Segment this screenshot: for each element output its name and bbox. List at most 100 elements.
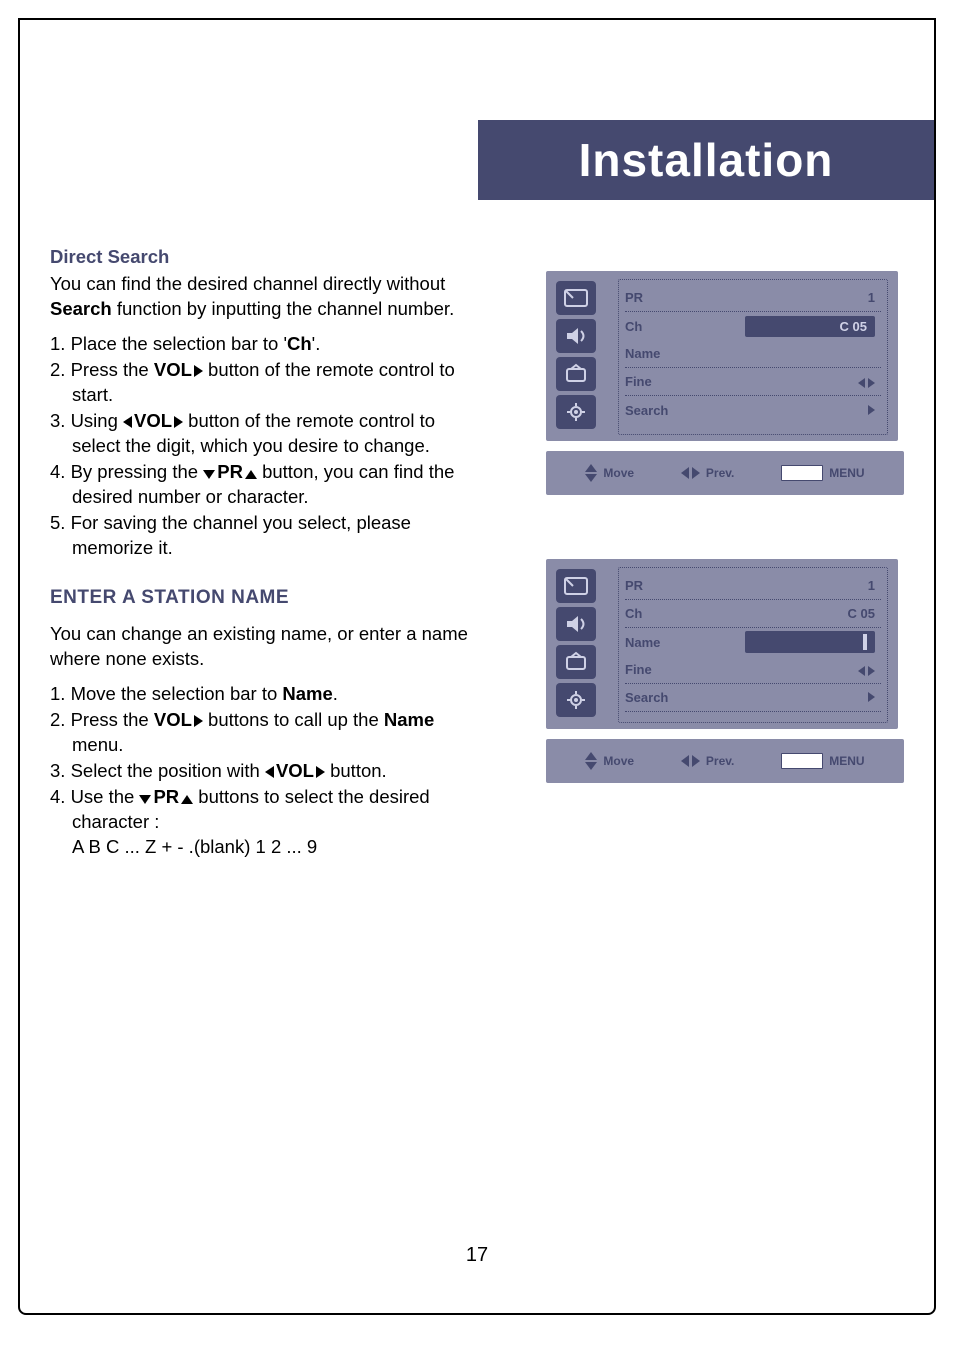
menu-button-icon	[781, 465, 823, 481]
text: buttons to call up the	[203, 709, 384, 730]
text: 4. Use the	[50, 786, 139, 807]
text: function by inputting the channel number…	[112, 298, 455, 319]
list-item: 3. Using VOL button of the remote contro…	[50, 409, 482, 459]
osd-value	[703, 403, 881, 418]
osd-label: Search	[625, 403, 703, 418]
hint-label: MENU	[829, 754, 864, 768]
osd-row-pr: PR 1	[625, 284, 881, 312]
list-item: 4. By pressing the PR button, you can fi…	[50, 460, 482, 510]
osd-value: 1	[703, 290, 881, 305]
picture-settings-icon	[556, 569, 596, 603]
osd-value	[703, 690, 881, 705]
text: 1. Move the selection bar to	[50, 683, 282, 704]
osd-highlight	[745, 631, 875, 653]
text-bold: Name	[282, 683, 332, 704]
text-bold: Search	[50, 298, 112, 319]
direct-search-steps: 1. Place the selection bar to 'Ch'. 2. P…	[50, 332, 482, 561]
triangle-right-icon	[194, 715, 203, 727]
text-bold: Ch	[287, 333, 312, 354]
left-right-arrows-icon	[858, 666, 875, 676]
text: 1. Place the selection bar to '	[50, 333, 287, 354]
text: menu.	[72, 734, 123, 755]
hint-move: Move	[585, 464, 634, 482]
left-right-arrows-icon	[858, 378, 875, 388]
hint-label: Prev.	[706, 754, 734, 768]
osd-row-fine: Fine	[625, 368, 881, 396]
list-item: 2. Press the VOL button of the remote co…	[50, 358, 482, 408]
osd-value	[703, 374, 881, 389]
sound-settings-icon	[556, 319, 596, 353]
text: '.	[312, 333, 321, 354]
osd-row-pr: PR 1	[625, 572, 881, 600]
triangle-down-icon	[139, 795, 151, 804]
osd-label: Name	[625, 346, 703, 361]
osd-row-fine: Fine	[625, 656, 881, 684]
left-right-arrows-icon	[681, 755, 700, 767]
hint-label: Move	[603, 466, 634, 480]
osd-row-name: Name	[625, 628, 881, 656]
text: 2. Press the	[50, 709, 154, 730]
right-column: PR 1 Ch C 05 Name Fine	[546, 245, 904, 813]
section-banner-title: Installation	[579, 133, 834, 187]
osd-category-icons	[556, 279, 610, 435]
list-item: 4. Use the PR buttons to select the desi…	[50, 785, 482, 860]
osd-panel-1: PR 1 Ch C 05 Name Fine	[546, 271, 898, 441]
text: .	[333, 683, 338, 704]
text-bold: PR	[153, 786, 179, 807]
osd-label: Fine	[625, 662, 703, 677]
text: 5. For saving the channel you select, pl…	[50, 512, 411, 558]
osd-row-search: Search	[625, 396, 881, 424]
text-bold: VOL	[154, 709, 192, 730]
text: You can find the desired channel directl…	[50, 273, 445, 294]
text-bold: Name	[384, 709, 434, 730]
osd-label: Fine	[625, 374, 703, 389]
sound-settings-icon	[556, 607, 596, 641]
direct-search-heading: Direct Search	[50, 245, 482, 270]
up-down-arrows-icon	[585, 752, 597, 770]
station-name-intro: You can change an existing name, or ente…	[50, 622, 482, 672]
osd-value: C 05	[840, 319, 867, 334]
list-item: 1. Place the selection bar to 'Ch'.	[50, 332, 482, 357]
osd-category-icons	[556, 567, 610, 723]
osd-label: Name	[625, 635, 703, 650]
page-number: 17	[50, 1244, 904, 1267]
text-bold: PR	[217, 461, 243, 482]
triangle-right-icon	[194, 365, 203, 377]
section-banner: Installation	[478, 120, 934, 200]
menu-button-icon	[781, 753, 823, 769]
triangle-right-icon	[174, 416, 183, 428]
osd-hint-bar-1: Move Prev. MENU	[546, 451, 904, 495]
osd-row-ch: Ch C 05	[625, 312, 881, 340]
channel-settings-icon	[556, 357, 596, 391]
triangle-left-icon	[265, 766, 274, 778]
hint-label: Move	[603, 754, 634, 768]
osd-row-search: Search	[625, 684, 881, 712]
hint-label: Prev.	[706, 466, 734, 480]
text: 3. Using	[50, 410, 123, 431]
list-item: 1. Move the selection bar to Name.	[50, 682, 482, 707]
hint-label: MENU	[829, 466, 864, 480]
osd-label: Ch	[625, 606, 703, 621]
list-item: 2. Press the VOL buttons to call up the …	[50, 708, 482, 758]
hint-menu: MENU	[781, 753, 864, 769]
hint-menu: MENU	[781, 465, 864, 481]
osd-row-ch: Ch C 05	[625, 600, 881, 628]
content-area: Direct Search You can find the desired c…	[50, 245, 904, 1275]
osd-panel-2: PR 1 Ch C 05 Name Fine	[546, 559, 898, 729]
osd-row-name: Name	[625, 340, 881, 368]
list-item: 3. Select the position with VOL button.	[50, 759, 482, 784]
triangle-left-icon	[123, 416, 132, 428]
triangle-up-icon	[245, 470, 257, 479]
osd-label: PR	[625, 290, 703, 305]
hint-move: Move	[585, 752, 634, 770]
osd-label: PR	[625, 578, 703, 593]
triangle-right-icon	[868, 692, 875, 702]
left-column: Direct Search You can find the desired c…	[50, 245, 482, 884]
triangle-up-icon	[181, 795, 193, 804]
text-bold: VOL	[276, 760, 314, 781]
text: 3. Select the position with	[50, 760, 265, 781]
station-name-steps: 1. Move the selection bar to Name. 2. Pr…	[50, 682, 482, 860]
osd-menu: PR 1 Ch C 05 Name Fine	[618, 567, 888, 723]
setup-settings-icon	[556, 395, 596, 429]
text-bold: VOL	[134, 410, 172, 431]
